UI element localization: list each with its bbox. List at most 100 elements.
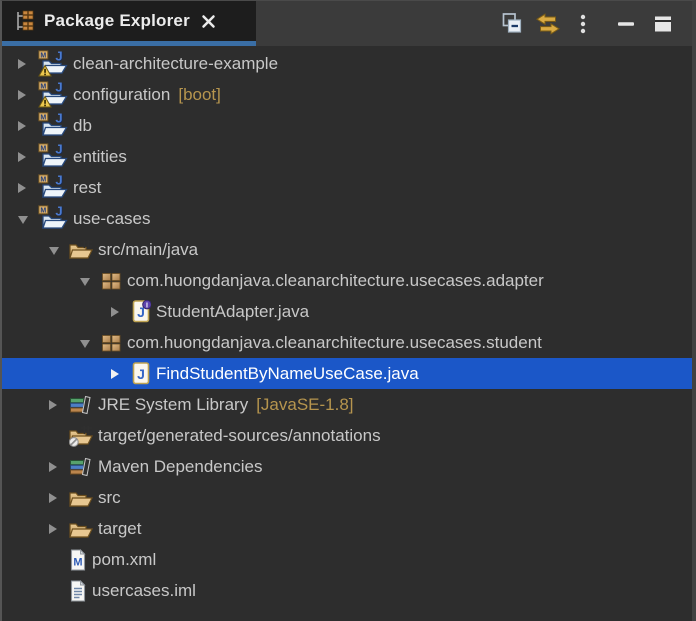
tree-item-label: rest: [73, 177, 102, 197]
pom-file-icon: M: [69, 548, 87, 571]
tree-item-label: com.huongdanjava.cleanarchitecture.useca…: [127, 332, 542, 352]
close-icon[interactable]: [200, 12, 218, 30]
tree-row-target-generated-sources-annotations[interactable]: target/generated-sources/annotations: [2, 420, 692, 451]
library-icon: [69, 394, 93, 416]
tree-item-label: src/main/java: [98, 239, 199, 259]
tab-package-explorer[interactable]: Package Explorer: [2, 1, 256, 46]
view-menu-button[interactable]: [578, 9, 588, 39]
tree-row-pom-xml[interactable]: Mpom.xml: [2, 544, 692, 575]
tree-item-label: usercases.iml: [92, 580, 196, 600]
svg-text:M: M: [40, 52, 46, 59]
svg-text:J: J: [55, 112, 62, 126]
expand-arrow-icon[interactable]: [18, 214, 38, 224]
source-folder-icon: [69, 239, 93, 261]
svg-text:J: J: [55, 205, 62, 219]
tree-item-label: FindStudentByNameUseCase.java: [156, 363, 419, 383]
maximize-button[interactable]: [650, 9, 676, 39]
text-file-icon: [69, 579, 87, 602]
maven-project-icon: MJJ: [38, 143, 68, 170]
tree-item-label: com.huongdanjava.cleanarchitecture.useca…: [127, 270, 544, 290]
tree-row-db[interactable]: M J Jdb: [2, 110, 692, 141]
collapse-all-icon: [499, 11, 525, 36]
library-icon: [69, 456, 93, 478]
svg-text:M: M: [40, 145, 46, 152]
tree-row-target[interactable]: target: [2, 513, 692, 544]
collapse-arrow-icon[interactable]: [18, 58, 38, 69]
package-explorer-panel: Package Explorer M J Jclean-architecture-e…: [0, 0, 696, 621]
collapse-arrow-icon[interactable]: [18, 151, 38, 162]
svg-text:J: J: [55, 143, 62, 157]
tree-row-maven-dependencies[interactable]: Maven Dependencies: [2, 451, 692, 482]
svg-text:M: M: [40, 176, 46, 183]
svg-text:M: M: [40, 83, 46, 90]
tree-item-decorator: [JavaSE-1.8]: [256, 394, 354, 414]
tree-row-src-main-java[interactable]: src/main/java: [2, 234, 692, 265]
svg-text:M: M: [40, 207, 46, 214]
expand-arrow-icon[interactable]: [80, 276, 100, 286]
java-interface-file-icon: JI: [131, 300, 151, 323]
collapse-arrow-icon[interactable]: [18, 182, 38, 193]
tree-item-label: target/generated-sources/annotations: [98, 425, 381, 445]
tree-row-use-cases[interactable]: M J Juse-cases: [2, 203, 692, 234]
maven-project-warning-icon: MJJ: [38, 50, 68, 77]
tree-item-label: entities: [73, 146, 127, 166]
svg-text:M: M: [40, 114, 46, 121]
tree-item-label: src: [98, 487, 121, 507]
maven-project-warning-icon: MJJ: [38, 81, 68, 108]
tree-row-studentadapter-java[interactable]: J I StudentAdapter.java: [2, 296, 692, 327]
tree-item-label: Maven Dependencies: [98, 456, 263, 476]
tree-item-label: db: [73, 115, 92, 135]
minimize-button[interactable]: [613, 9, 639, 39]
maximize-icon: [650, 12, 676, 36]
collapse-arrow-icon[interactable]: [18, 120, 38, 131]
tree-item-label: pom.xml: [92, 549, 157, 569]
collapse-arrow-icon[interactable]: [111, 368, 131, 379]
package-icon: [100, 332, 122, 354]
tree-row-jre-system-library[interactable]: JRE System Library [JavaSE-1.8]: [2, 389, 692, 420]
tree-row-com-huongdanjava-cleanarchitecture-usecases-student[interactable]: com.huongdanjava.cleanarchitecture.useca…: [2, 327, 692, 358]
folder-icon: [69, 487, 93, 509]
tree-row-clean-architecture-example[interactable]: M J Jclean-architecture-example: [2, 48, 692, 79]
excluded-source-folder-icon: [69, 425, 93, 447]
collapse-arrow-icon[interactable]: [49, 461, 69, 472]
link-with-editor-icon: [534, 12, 562, 36]
collapse-arrow-icon[interactable]: [49, 523, 69, 534]
tree-item-label: clean-architecture-example: [73, 53, 279, 73]
svg-text:M: M: [73, 556, 82, 568]
maven-project-icon: MJJ: [38, 174, 68, 201]
tree-item-label: use-cases: [73, 208, 151, 228]
tree-row-findstudentbynameusecase-java[interactable]: J FindStudentByNameUseCase.java: [2, 358, 692, 389]
maven-project-icon: MJJ: [38, 112, 68, 139]
tree-row-com-huongdanjava-cleanarchitecture-usecases-adapter[interactable]: com.huongdanjava.cleanarchitecture.useca…: [2, 265, 692, 296]
tree-row-usercases-iml[interactable]: usercases.iml: [2, 575, 692, 606]
view-toolbar: [256, 1, 692, 46]
svg-text:J: J: [55, 81, 62, 95]
link-with-editor-button[interactable]: [534, 9, 562, 39]
expand-arrow-icon[interactable]: [80, 338, 100, 348]
svg-text:J: J: [137, 366, 145, 382]
tree-row-entities[interactable]: M J Jentities: [2, 141, 692, 172]
svg-text:J: J: [55, 50, 62, 64]
minimize-icon: [613, 12, 639, 36]
tree-row-configuration[interactable]: M J Jconfiguration [boot]: [2, 79, 692, 110]
project-tree: M J Jclean-architecture-example M J Jconfigur…: [2, 46, 692, 606]
collapse-all-button[interactable]: [499, 9, 525, 39]
tab-title: Package Explorer: [44, 11, 190, 30]
svg-text:I: I: [146, 302, 148, 309]
tree-item-label: StudentAdapter.java: [156, 301, 310, 321]
svg-text:J: J: [55, 174, 62, 188]
package-explorer-icon: [14, 9, 35, 33]
collapse-arrow-icon[interactable]: [49, 492, 69, 503]
tree-item-label: target: [98, 518, 142, 538]
collapse-arrow-icon[interactable]: [111, 306, 131, 317]
tree-row-rest[interactable]: M J Jrest: [2, 172, 692, 203]
view-menu-icon: [578, 12, 588, 36]
expand-arrow-icon[interactable]: [49, 245, 69, 255]
tree-row-src[interactable]: src: [2, 482, 692, 513]
folder-icon: [69, 518, 93, 540]
java-file-icon: J: [131, 362, 151, 385]
tree-item-decorator: [boot]: [178, 84, 221, 104]
collapse-arrow-icon[interactable]: [18, 89, 38, 100]
maven-project-icon: MJJ: [38, 205, 68, 232]
collapse-arrow-icon[interactable]: [49, 399, 69, 410]
